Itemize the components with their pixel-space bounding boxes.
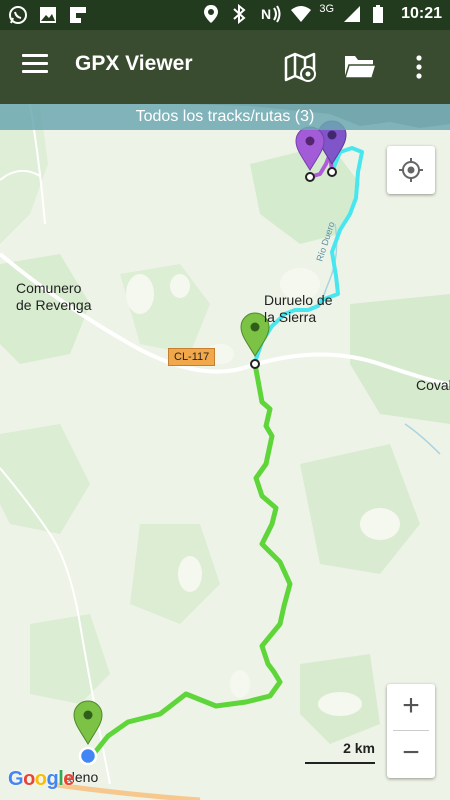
road-badge-cl117: CL-117 [168, 348, 216, 366]
flipboard-icon [68, 5, 88, 25]
folder-icon[interactable] [343, 52, 378, 82]
tracks-banner[interactable]: Todos los tracks/rutas (3) [0, 104, 450, 130]
network-type: 3G [319, 3, 335, 15]
map-layers-icon[interactable] [284, 50, 318, 84]
map-view[interactable]: Río Duero Comunero de Revenga Duruelo de… [0, 104, 450, 800]
app-bar: GPX Viewer [0, 30, 450, 104]
crosshair-icon [399, 158, 423, 182]
track-endpoint [327, 167, 337, 177]
google-logo: Google [8, 768, 74, 790]
place-label-comunero: Comunero de Revenga [16, 280, 92, 313]
signal-icon [343, 4, 363, 24]
more-vert-icon[interactable] [414, 52, 424, 82]
place-label-coval: Coval [416, 377, 450, 393]
map-canvas: Río Duero [0, 104, 450, 800]
zoom-out-button[interactable]: − [387, 731, 435, 777]
zoom-in-button[interactable]: + [387, 684, 435, 730]
map-scale: 2 km [305, 740, 375, 766]
battery-icon [372, 4, 392, 24]
nfc-icon: N [261, 4, 281, 24]
svg-text:N: N [261, 6, 271, 22]
place-label-duruelo: Duruelo de la Sierra [264, 292, 333, 325]
my-location-button[interactable] [387, 146, 435, 194]
wifi-icon [290, 4, 312, 24]
menu-icon[interactable] [22, 54, 48, 76]
status-bar: N 3G 10:21 [0, 0, 450, 30]
zoom-controls: + − [387, 684, 435, 778]
location-icon [203, 4, 223, 24]
app-title: GPX Viewer [75, 52, 193, 75]
track-endpoint [250, 359, 260, 369]
scale-text: 2 km [343, 740, 375, 756]
whatsapp-icon [8, 5, 28, 25]
current-location-dot [78, 746, 98, 766]
marker-green-bottom[interactable] [73, 700, 103, 745]
clock: 10:21 [401, 5, 442, 22]
track-endpoint [305, 172, 315, 182]
bluetooth-icon [232, 3, 252, 25]
image-icon [38, 5, 58, 25]
